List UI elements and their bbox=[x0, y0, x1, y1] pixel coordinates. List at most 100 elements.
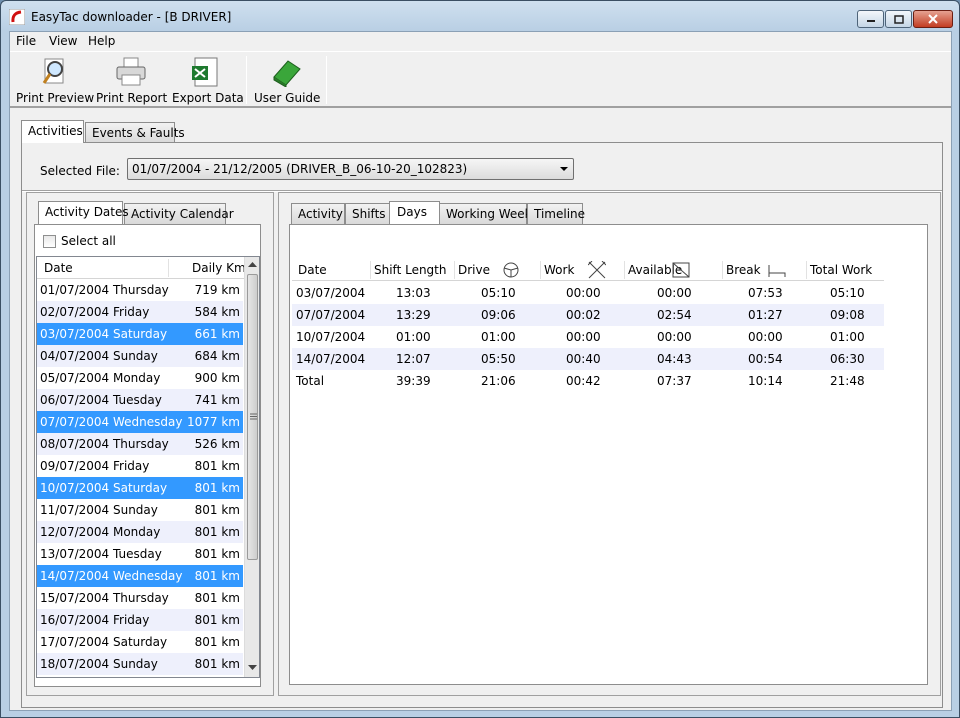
restore-icon bbox=[893, 14, 904, 24]
scrollbar-thumb[interactable] bbox=[247, 274, 258, 560]
select-all-checkbox[interactable] bbox=[43, 235, 56, 248]
tab-activity[interactable]: Activity bbox=[291, 203, 345, 224]
toolbar-separator bbox=[246, 56, 247, 104]
list-item[interactable]: 12/07/2004 Monday 801 km bbox=[37, 521, 243, 543]
tab-activity-calendar[interactable]: Activity Calendar bbox=[124, 203, 234, 224]
tab-timeline[interactable]: Timeline bbox=[527, 203, 585, 224]
list-item[interactable]: 10/07/2004 Saturday 801 km bbox=[37, 477, 243, 499]
tab-events-faults[interactable]: Events & Faults bbox=[85, 122, 185, 143]
list-item[interactable]: 07/07/2004 Wednesday 1077 km bbox=[37, 411, 243, 433]
column-work[interactable]: Work bbox=[544, 263, 574, 277]
menu-file[interactable]: File bbox=[16, 34, 36, 48]
list-item[interactable]: 03/07/2004 Saturday 661 km bbox=[37, 323, 243, 345]
column-drive[interactable]: Drive bbox=[458, 263, 490, 277]
table-row[interactable]: 14/07/2004 12:07 05:50 00:40 04:43 00:54 06:30 bbox=[292, 348, 884, 370]
table-cell: 05:10 bbox=[830, 286, 865, 300]
table-cell: 04:43 bbox=[657, 352, 692, 366]
table-cell: 00:42 bbox=[566, 374, 601, 388]
export-data-button[interactable]: Export Data bbox=[172, 55, 244, 105]
list-item-km: 584 km bbox=[194, 305, 240, 319]
select-all-label: Select all bbox=[61, 234, 116, 248]
list-item-km: 661 km bbox=[194, 327, 240, 341]
list-item-date: 14/07/2004 Wednesday bbox=[40, 569, 183, 583]
table-cell: Total bbox=[296, 374, 325, 388]
scroll-down-icon[interactable] bbox=[248, 665, 257, 671]
dates-scrollbar[interactable] bbox=[244, 257, 259, 677]
left-pane: Activity Dates Activity Calendar Select … bbox=[26, 192, 274, 696]
list-item-km: 801 km bbox=[194, 547, 240, 561]
table-cell: 00:54 bbox=[748, 352, 783, 366]
list-item[interactable]: 11/07/2004 Sunday 801 km bbox=[37, 499, 243, 521]
table-cell: 02:54 bbox=[657, 308, 692, 322]
user-guide-button[interactable]: User Guide bbox=[254, 55, 320, 105]
steering-wheel-icon bbox=[503, 262, 519, 278]
list-item-date: 09/07/2004 Friday bbox=[40, 459, 150, 473]
minimize-button[interactable] bbox=[857, 10, 884, 28]
list-item[interactable]: 08/07/2004 Thursday 526 km bbox=[37, 433, 243, 455]
column-total-work[interactable]: Total Work bbox=[810, 263, 872, 277]
grip-icon bbox=[250, 413, 257, 420]
scroll-up-icon[interactable] bbox=[248, 262, 257, 268]
tab-days[interactable]: Days bbox=[389, 201, 440, 224]
list-item-date: 08/07/2004 Thursday bbox=[40, 437, 169, 451]
table-cell: 00:00 bbox=[566, 330, 601, 344]
close-button[interactable] bbox=[913, 10, 953, 28]
dates-list: Date Daily Km 01/07/2004 Thursday 719 km 0… bbox=[36, 256, 260, 678]
table-cell: 01:00 bbox=[830, 330, 865, 344]
toolbar: Print Preview Print Report Export Data U… bbox=[10, 51, 951, 108]
list-item[interactable]: 06/07/2004 Tuesday 741 km bbox=[37, 389, 243, 411]
table-cell: 21:48 bbox=[830, 374, 865, 388]
list-item-date: 17/07/2004 Saturday bbox=[40, 635, 168, 649]
table-row[interactable]: 07/07/2004 13:29 09:06 00:02 02:54 01:27 09:08 bbox=[292, 304, 884, 326]
list-item-date: 07/07/2004 Wednesday bbox=[40, 415, 183, 429]
list-item[interactable]: 04/07/2004 Sunday 684 km bbox=[37, 345, 243, 367]
list-item-km: 801 km bbox=[194, 569, 240, 583]
list-item[interactable]: 09/07/2004 Friday 801 km bbox=[37, 455, 243, 477]
list-item[interactable]: 16/07/2004 Friday 801 km bbox=[37, 609, 243, 631]
selected-file-combo[interactable]: 01/07/2004 - 21/12/2005 (DRIVER_B_06-10-… bbox=[127, 158, 574, 180]
list-item-date: 18/07/2004 Sunday bbox=[40, 657, 158, 671]
table-cell: 12:07 bbox=[396, 352, 431, 366]
list-item-km: 526 km bbox=[194, 437, 240, 451]
list-item[interactable]: 01/07/2004 Thursday 719 km bbox=[37, 279, 243, 301]
tab-activities[interactable]: Activities bbox=[21, 120, 84, 143]
table-cell: 05:10 bbox=[481, 286, 516, 300]
menu-view[interactable]: View bbox=[49, 34, 77, 48]
table-row[interactable]: 03/07/2004 13:03 05:10 00:00 00:00 07:53 05:10 bbox=[292, 282, 884, 304]
list-item[interactable]: 05/07/2004 Monday 900 km bbox=[37, 367, 243, 389]
table-cell: 14/07/2004 bbox=[296, 352, 366, 366]
tab-working-week[interactable]: Working Week bbox=[439, 203, 532, 224]
maximize-button[interactable] bbox=[885, 10, 912, 28]
dates-list-header: Date Daily Km bbox=[37, 257, 259, 279]
table-row[interactable]: 10/07/2004 01:00 01:00 00:00 00:00 00:00 01:00 bbox=[292, 326, 884, 348]
column-date[interactable]: Date bbox=[44, 261, 73, 275]
available-box-icon bbox=[672, 262, 690, 278]
print-preview-button[interactable]: Print Preview bbox=[16, 55, 94, 105]
list-item[interactable]: 15/07/2004 Thursday 801 km bbox=[37, 587, 243, 609]
title-bar[interactable]: EasyTac downloader - [B DRIVER] bbox=[1, 1, 959, 31]
table-cell: 01:00 bbox=[396, 330, 431, 344]
column-date[interactable]: Date bbox=[298, 263, 327, 277]
table-row[interactable]: Total 39:39 21:06 00:42 07:37 10:14 21:48 bbox=[292, 370, 884, 392]
list-item[interactable]: 13/07/2004 Tuesday 801 km bbox=[37, 543, 243, 565]
column-break[interactable]: Break bbox=[726, 263, 761, 277]
excel-icon bbox=[192, 57, 218, 87]
header-separator bbox=[722, 261, 723, 279]
list-item[interactable]: 17/07/2004 Saturday 801 km bbox=[37, 631, 243, 653]
tab-shifts[interactable]: Shifts bbox=[345, 203, 393, 224]
list-item[interactable]: 18/07/2004 Sunday 801 km bbox=[37, 653, 243, 675]
list-item-date: 12/07/2004 Monday bbox=[40, 525, 161, 539]
export-data-label: Export Data bbox=[172, 91, 244, 105]
list-item[interactable]: 14/07/2004 Wednesday 801 km bbox=[37, 565, 243, 587]
menu-help[interactable]: Help bbox=[88, 34, 115, 48]
list-item-km: 741 km bbox=[194, 393, 240, 407]
tab-activity-dates[interactable]: Activity Dates bbox=[38, 201, 129, 224]
column-shift-length[interactable]: Shift Length bbox=[374, 263, 446, 277]
header-separator bbox=[540, 261, 541, 279]
book-icon bbox=[273, 60, 301, 87]
print-report-button[interactable]: Print Report bbox=[96, 55, 167, 105]
client-area: File View Help Print Preview Print Repor… bbox=[9, 31, 952, 711]
list-item-km: 801 km bbox=[194, 503, 240, 517]
column-daily-km[interactable]: Daily Km bbox=[192, 261, 246, 275]
list-item[interactable]: 02/07/2004 Friday 584 km bbox=[37, 301, 243, 323]
